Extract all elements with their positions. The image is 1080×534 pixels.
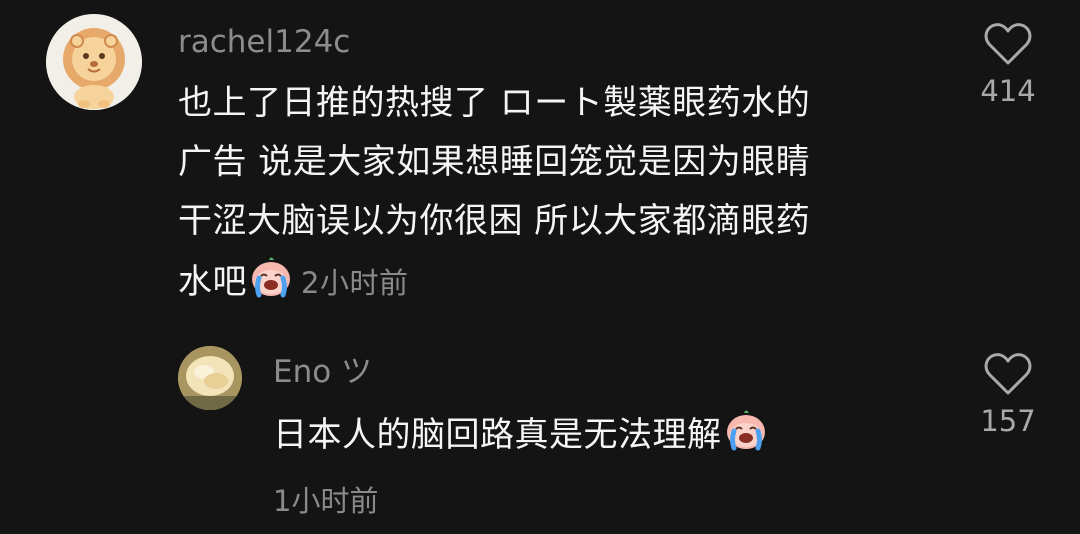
reply-time: 1小时前 [273, 484, 379, 518]
crying-face-emoji-icon [247, 251, 295, 299]
comment-text: 也上了日推的热搜了 ロート製薬眼药水的 广告 说是大家如果想睡回笼觉是因为眼睛 … [178, 74, 938, 313]
bread-avatar-icon [178, 346, 242, 410]
reply-username[interactable]: Eno ツ [273, 352, 372, 392]
reply-like-button[interactable]: 157 [963, 352, 1053, 438]
comment-text-last-line: 水吧 [178, 262, 247, 302]
user-avatar[interactable] [46, 14, 142, 110]
heart-outline-icon[interactable] [984, 352, 1032, 396]
comment-text-line: 广告 说是大家如果想睡回笼觉是因为眼睛 [178, 142, 811, 182]
comment-time: 2小时前 [301, 266, 409, 300]
reply-text-content: 日本人的脑回路真是无法理解 [273, 415, 722, 455]
reply-text: 日本人的脑回路真是无法理解 [273, 404, 893, 465]
reply-like-count: 157 [980, 404, 1036, 438]
reply-item: Eno ツ 日本人的脑回路真是无法理解 1小时前 157 [0, 330, 1080, 534]
comment-item: rachel124c 也上了日推的热搜了 ロート製薬眼药水的 广告 说是大家如果… [0, 0, 1080, 330]
like-count: 414 [980, 74, 1036, 108]
heart-outline-icon[interactable] [984, 22, 1032, 66]
comment-text-line: 干涩大脑误以为你很困 所以大家都滴眼药 [178, 201, 811, 241]
like-button[interactable]: 414 [963, 22, 1053, 108]
comment-username[interactable]: rachel124c [178, 22, 350, 62]
comment-text-line: 水吧 2小时前 [178, 251, 938, 313]
lion-avatar-icon [46, 14, 142, 110]
comment-text-line: 也上了日推的热搜了 ロート製薬眼药水的 [178, 83, 811, 123]
crying-face-emoji-icon [722, 404, 770, 452]
reply-user-avatar[interactable] [178, 346, 242, 410]
